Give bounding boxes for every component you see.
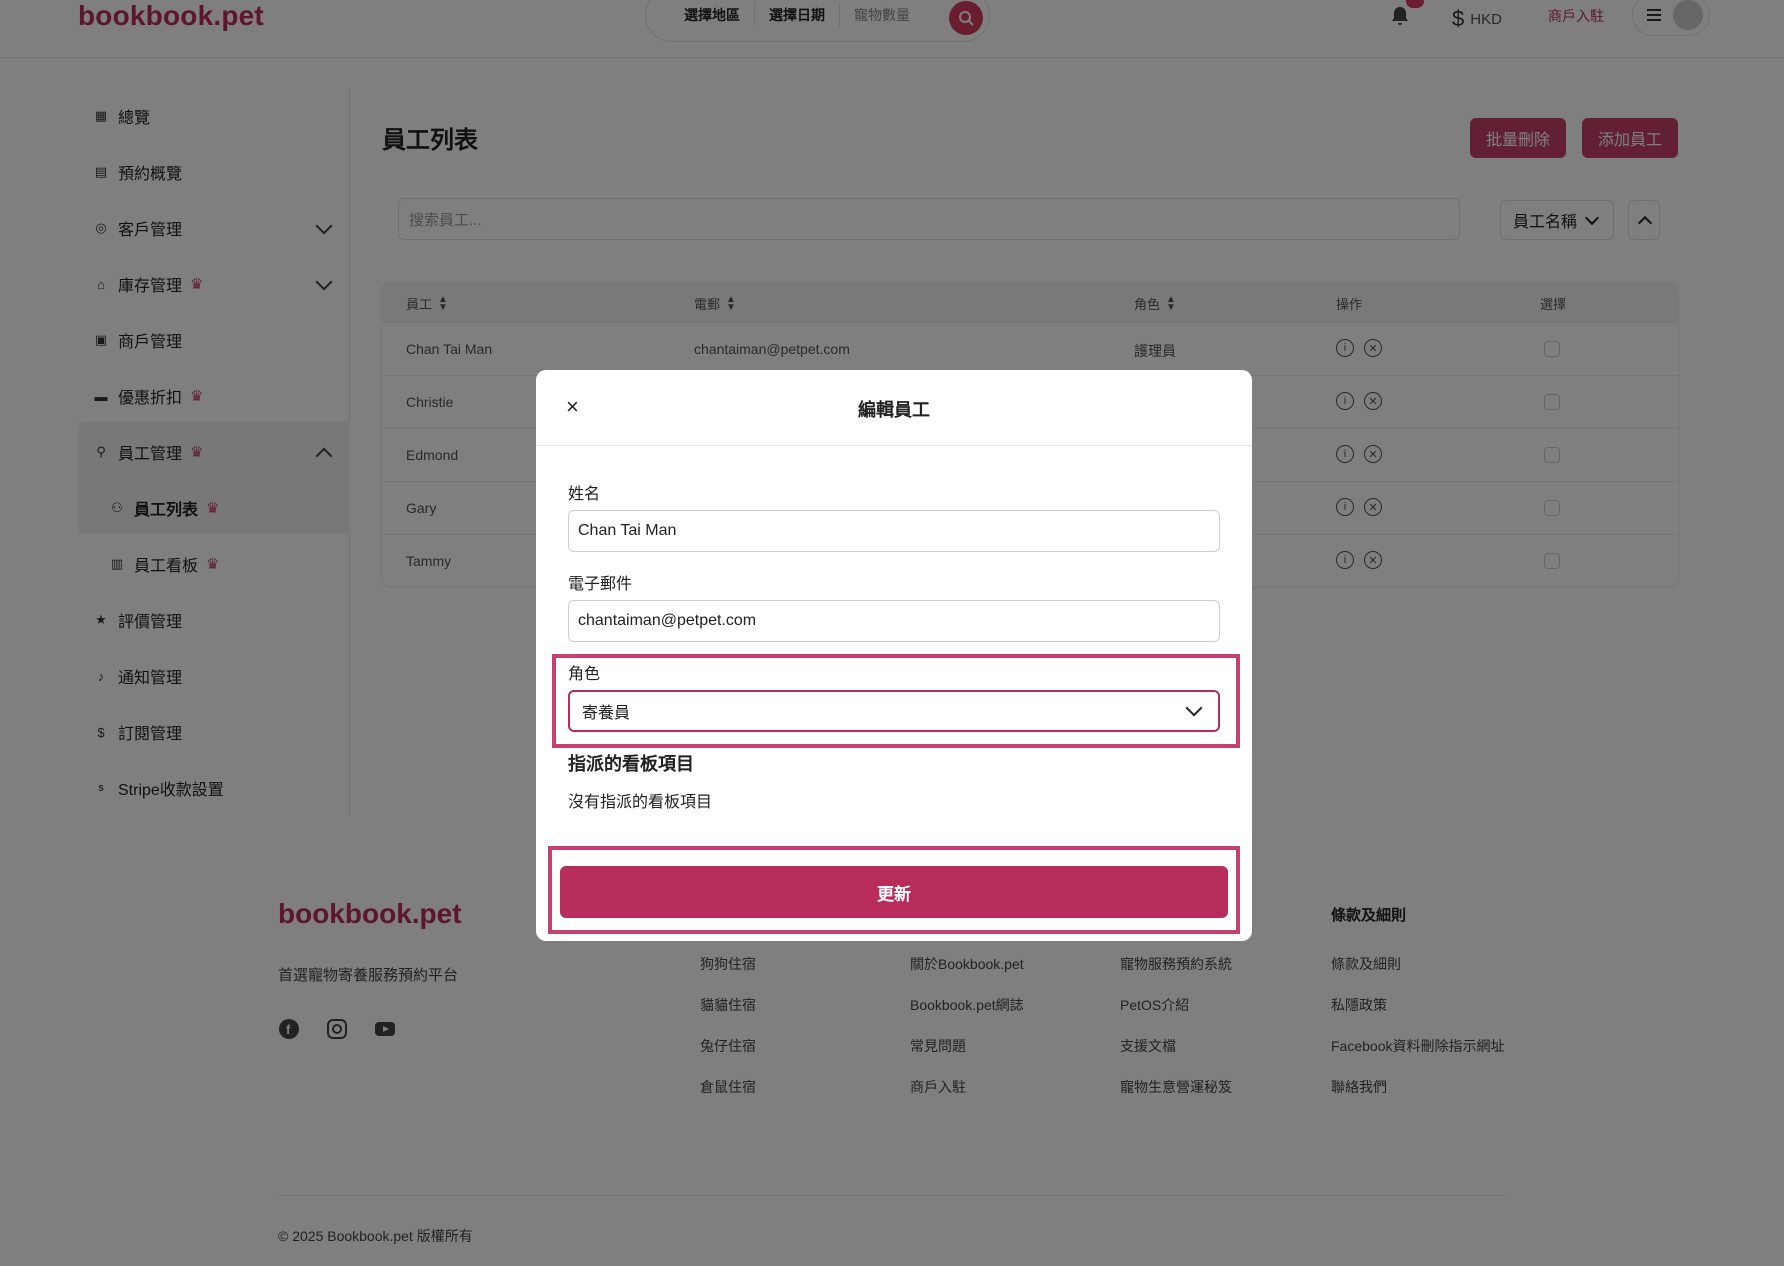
assigned-board-empty: 沒有指派的看板項目: [568, 794, 713, 811]
role-select[interactable]: 寄養員: [568, 690, 1220, 732]
assigned-board-title: 指派的看板項目: [568, 754, 694, 774]
update-button[interactable]: 更新: [560, 866, 1228, 918]
edit-staff-modal: × 編輯員工 姓名 Chan Tai Man 電子郵件 chantaiman@p…: [536, 370, 1252, 941]
role-label: 角色: [568, 666, 601, 683]
name-field[interactable]: Chan Tai Man: [568, 510, 1220, 552]
name-label: 姓名: [568, 486, 601, 503]
role-select-value: 寄養員: [582, 705, 631, 722]
modal-title: 編輯員工: [858, 400, 930, 420]
chevron-down-icon: [1185, 699, 1203, 717]
email-label: 電子郵件: [568, 576, 633, 593]
email-field[interactable]: chantaiman@petpet.com: [568, 600, 1220, 642]
modal-header: × 編輯員工: [536, 370, 1252, 446]
